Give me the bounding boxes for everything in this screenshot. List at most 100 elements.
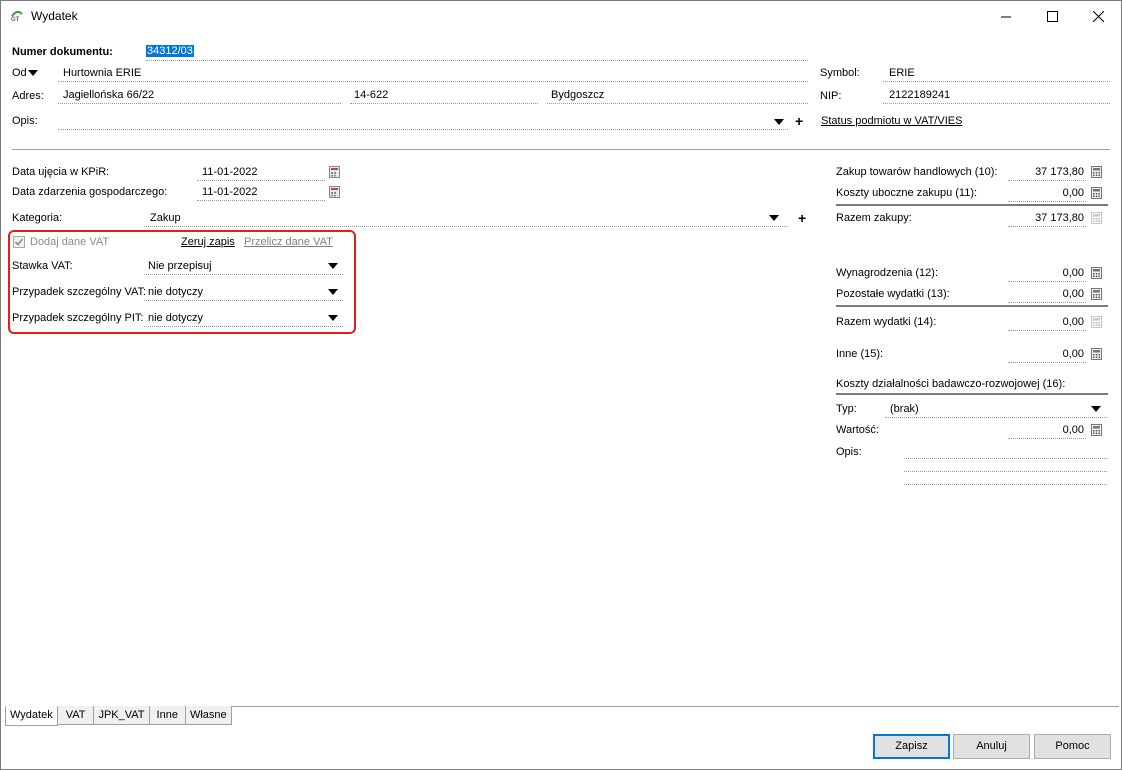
total-purchase-label: Razem zakupy: <box>836 212 912 224</box>
doc-number-input[interactable]: 34312/03 <box>146 45 194 57</box>
category-dropdown-icon[interactable] <box>769 215 779 221</box>
rnd-desc-line[interactable] <box>904 458 1107 459</box>
goods-purchase-label: Zakup towarów handlowych (10): <box>836 166 998 178</box>
rnd-divider <box>836 393 1108 395</box>
desc-dropdown-icon[interactable] <box>774 119 784 125</box>
app-logo-icon: GT <box>11 10 23 22</box>
calculator-icon[interactable] <box>1091 187 1102 199</box>
special-pit-select[interactable]: nie dotyczy <box>148 312 203 324</box>
doc-number-label: Numer dokumentu: <box>12 46 113 58</box>
salaries-input[interactable]: 0,00 <box>1008 267 1084 279</box>
other-input[interactable]: 0,00 <box>1008 348 1084 360</box>
special-vat-select[interactable]: nie dotyczy <box>148 286 203 298</box>
street-input[interactable]: Jagiellońska 66/22 <box>63 89 154 101</box>
rnd-desc-line[interactable] <box>904 484 1107 485</box>
rnd-costs-label: Koszty działalności badawczo-rozwojowej … <box>836 378 1066 390</box>
nip-input[interactable]: 2122189241 <box>889 89 950 101</box>
save-button[interactable]: Zapisz <box>873 734 950 759</box>
reset-entry-link[interactable]: Zeruj zapis <box>181 236 235 248</box>
window-title: Wydatek <box>31 9 78 23</box>
postal-code-input[interactable]: 14-622 <box>354 89 388 101</box>
goods-purchase-underline <box>1008 180 1086 181</box>
special-pit-dropdown-icon[interactable] <box>328 315 338 321</box>
city-underline <box>547 103 808 104</box>
special-vat-label: Przypadek szczególny VAT: <box>12 286 147 298</box>
side-costs-underline <box>1008 201 1086 202</box>
special-pit-underline <box>144 326 343 327</box>
category-add-icon[interactable]: + <box>798 211 806 225</box>
maximize-button[interactable] <box>1029 1 1075 32</box>
special-pit-label: Przypadek szczególny PIT: <box>12 312 144 324</box>
help-button[interactable]: Pomoc <box>1034 734 1111 759</box>
type-underline <box>885 417 1107 418</box>
rnd-desc-line[interactable] <box>904 471 1107 472</box>
vat-rate-label: Stawka VAT: <box>12 260 73 272</box>
doc-number-underline <box>146 60 808 61</box>
recalc-vat-link[interactable]: Przelicz dane VAT <box>244 236 333 248</box>
special-vat-dropdown-icon[interactable] <box>328 289 338 295</box>
type-select[interactable]: (brak) <box>890 403 919 415</box>
tab-vat[interactable]: VAT <box>56 706 95 725</box>
desc-label: Opis: <box>12 115 38 127</box>
type-dropdown-icon[interactable] <box>1091 406 1101 412</box>
from-underline <box>58 81 808 82</box>
total-purchase-value: 37 173,80 <box>1035 212 1084 224</box>
postal-code-underline <box>350 103 538 104</box>
symbol-label: Symbol: <box>820 67 860 79</box>
category-select[interactable]: Zakup <box>150 212 181 224</box>
kpir-date-input[interactable]: 11-01-2022 <box>202 166 257 178</box>
expense-window: GT Wydatek Numer dokumentu: 34312/03 Od … <box>0 0 1122 770</box>
vat-rate-select[interactable]: Nie przepisuj <box>148 260 212 272</box>
header-divider <box>12 149 1110 150</box>
vat-rate-underline <box>144 274 343 275</box>
calculator-icon[interactable] <box>1091 288 1102 300</box>
tab-wydatek[interactable]: Wydatek <box>5 706 58 726</box>
calendar-icon[interactable] <box>329 186 340 198</box>
tab-inne[interactable]: Inne <box>148 706 186 725</box>
other-expenses-underline <box>1008 302 1086 303</box>
city-input[interactable]: Bydgoszcz <box>551 89 604 101</box>
minimize-button[interactable] <box>983 1 1029 32</box>
checkmark-icon <box>14 238 24 246</box>
event-date-label: Data zdarzenia gospodarczego: <box>12 186 168 198</box>
from-dropdown-icon[interactable] <box>28 70 38 76</box>
symbol-input[interactable]: ERIE <box>889 67 915 79</box>
total-purchase-underline <box>1008 226 1086 227</box>
from-label: Od <box>12 67 27 79</box>
vat-rate-dropdown-icon[interactable] <box>328 263 338 269</box>
symbol-underline <box>883 81 1110 82</box>
other-label: Inne (15): <box>836 348 884 360</box>
calculator-icon[interactable] <box>1091 348 1102 360</box>
amount-input[interactable]: 0,00 <box>1008 424 1084 436</box>
from-input[interactable]: Hurtownia ERIE <box>63 67 141 79</box>
special-vat-underline <box>144 300 343 301</box>
add-vat-checkbox[interactable] <box>13 236 25 248</box>
total-expenses-underline <box>1008 330 1086 331</box>
maximize-icon <box>1046 11 1058 22</box>
nip-label: NIP: <box>820 90 842 102</box>
address-label: Adres: <box>12 90 44 102</box>
total-expenses-label: Razem wydatki (14): <box>836 316 937 328</box>
goods-purchase-input[interactable]: 37 173,80 <box>1008 166 1084 178</box>
nip-underline <box>883 103 1110 104</box>
tab-jpk-vat[interactable]: JPK_VAT <box>93 706 150 725</box>
event-date-underline <box>197 200 325 201</box>
minimize-icon <box>1001 16 1011 17</box>
vat-status-link[interactable]: Status podmiotu w VAT/VIES <box>821 115 962 127</box>
calendar-icon[interactable] <box>329 166 340 178</box>
side-costs-input[interactable]: 0,00 <box>1008 187 1084 199</box>
desc-add-icon[interactable]: + <box>795 114 803 128</box>
tab-wlasne[interactable]: Własne <box>184 706 232 725</box>
other-expenses-label: Pozostałe wydatki (13): <box>836 288 950 300</box>
event-date-input[interactable]: 11-01-2022 <box>202 186 257 198</box>
calculator-icon[interactable] <box>1091 166 1102 178</box>
svg-text:GT: GT <box>11 17 20 22</box>
cancel-button[interactable]: Anuluj <box>953 734 1030 759</box>
salaries-underline <box>1008 281 1086 282</box>
calculator-icon[interactable] <box>1091 424 1102 436</box>
calculator-icon[interactable] <box>1091 267 1102 279</box>
category-underline <box>144 226 787 227</box>
other-expenses-input[interactable]: 0,00 <box>1008 288 1084 300</box>
close-button[interactable] <box>1075 1 1121 32</box>
kpir-date-label: Data ujęcia w KPiR: <box>12 166 110 178</box>
